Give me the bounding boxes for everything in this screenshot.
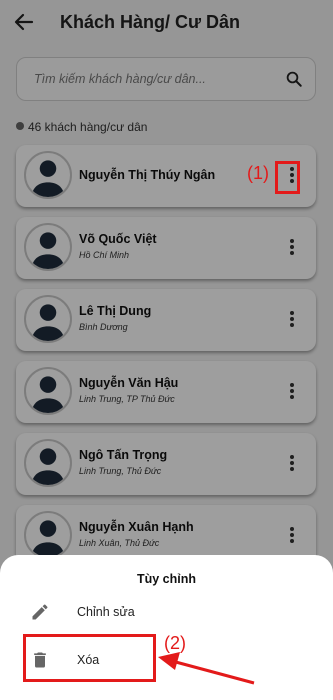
annotation-label-1: (1) (247, 163, 269, 183)
edit-menu-item[interactable]: Chỉnh sửa (0, 592, 333, 632)
annotation-highlight-2 (23, 634, 156, 682)
edit-label: Chỉnh sửa (77, 605, 135, 619)
annotation-arrow-icon (158, 652, 255, 685)
annotation-highlight-1 (275, 161, 300, 194)
sheet-title: Tùy chỉnh (136, 572, 197, 586)
pencil-icon (32, 604, 48, 620)
